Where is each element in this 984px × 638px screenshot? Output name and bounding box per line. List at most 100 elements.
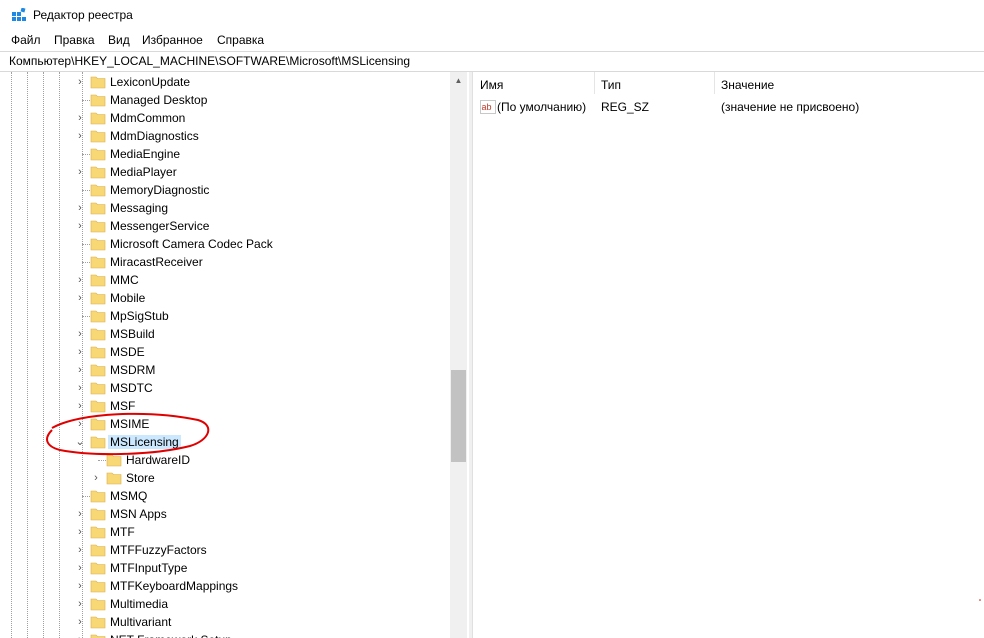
tree-key-label[interactable]: MTFFuzzyFactors [108,543,209,557]
tree-key[interactable]: › MdmDiagnostics [0,127,450,145]
tree-key-label[interactable]: MTFKeyboardMappings [108,579,240,593]
address-bar[interactable]: Компьютер\HKEY_LOCAL_MACHINE\SOFTWARE\Mi… [0,51,984,72]
tree-key-label[interactable]: MessengerService [108,219,211,233]
tree-key[interactable]: › LexiconUpdate [0,73,450,91]
tree-key-label[interactable]: MediaPlayer [108,165,179,179]
tree-key-label[interactable]: MSBuild [108,327,157,341]
tree-key[interactable]: › MTFInputType [0,559,450,577]
menu-edit[interactable]: Правка [54,33,95,47]
tree-key-label[interactable]: Messaging [108,201,170,215]
tree-key-label[interactable]: MTFInputType [108,561,189,575]
expand-chevron-icon[interactable]: › [74,561,86,575]
tree-key-label[interactable]: MSLicensing [108,435,181,449]
tree-key-label[interactable]: MMC [108,273,141,287]
tree-key[interactable]: › NET Framework Setup [0,631,450,638]
tree-subkey[interactable]: › Store [0,469,450,487]
expand-chevron-icon[interactable]: › [74,165,86,179]
expand-chevron-icon[interactable]: › [74,615,86,629]
tree-key[interactable]: › MSDE [0,343,450,361]
tree-key-label[interactable]: Multimedia [108,597,170,611]
expand-chevron-icon[interactable]: › [74,633,86,638]
tree-key-label[interactable]: Multivariant [108,615,173,629]
tree-key-label[interactable]: NET Framework Setup [108,633,234,638]
tree-key-label[interactable]: Managed Desktop [108,93,209,107]
menu-help[interactable]: Справка [217,33,264,47]
tree-key[interactable]: › MSDTC [0,379,450,397]
tree-key-label[interactable]: MSDRM [108,363,157,377]
collapse-chevron-icon[interactable]: ⌄ [74,435,86,449]
tree-key-label[interactable]: MSDTC [108,381,155,395]
menu-favorites[interactable]: Избранное [142,33,203,47]
tree-key[interactable]: › MMC [0,271,450,289]
tree-key-label[interactable]: MSIME [108,417,151,431]
tree-key-label[interactable]: MSF [108,399,137,413]
tree-key[interactable]: › MTFFuzzyFactors [0,541,450,559]
tree-key-label[interactable]: MediaEngine [108,147,182,161]
tree-key[interactable]: › MSN Apps [0,505,450,523]
expand-chevron-icon[interactable]: › [74,75,86,89]
tree-key[interactable]: › MSF [0,397,450,415]
tree-key[interactable]: › MTFKeyboardMappings [0,577,450,595]
column-header-type[interactable]: Тип [594,72,715,94]
tree-key-label[interactable]: MiracastReceiver [108,255,205,269]
values-list[interactable]: Имя Тип Значение ab (По умолчанию) REG_S… [473,72,984,638]
tree-key-label[interactable]: MdmDiagnostics [108,129,201,143]
tree-key[interactable]: MSMQ [0,487,450,505]
tree-key[interactable]: › MSIME [0,415,450,433]
tree-key-label[interactable]: HardwareID [124,453,192,467]
tree-key[interactable]: › MSBuild [0,325,450,343]
tree-key-label[interactable]: MSN Apps [108,507,169,521]
tree-key[interactable]: MpSigStub [0,307,450,325]
expand-chevron-icon[interactable]: › [74,507,86,521]
tree-key[interactable]: › Messaging [0,199,450,217]
expand-chevron-icon[interactable]: › [74,597,86,611]
tree-key[interactable]: › Multivariant [0,613,450,631]
expand-chevron-icon[interactable]: › [74,201,86,215]
expand-chevron-icon[interactable]: › [74,219,86,233]
tree-key[interactable]: › MdmCommon [0,109,450,127]
expand-chevron-icon[interactable]: › [90,471,102,485]
tree-key[interactable]: Microsoft Camera Codec Pack [0,235,450,253]
tree-key-label[interactable]: MSMQ [108,489,149,503]
tree-key[interactable]: MediaEngine [0,145,450,163]
tree-key[interactable]: › MTF [0,523,450,541]
tree-key-label[interactable]: MdmCommon [108,111,187,125]
tree-key-label[interactable]: Store [124,471,157,485]
expand-chevron-icon[interactable]: › [74,363,86,377]
expand-chevron-icon[interactable]: › [74,417,86,431]
tree-key[interactable]: › MediaPlayer [0,163,450,181]
tree-key-label[interactable]: MSDE [108,345,147,359]
tree-key-label[interactable]: Mobile [108,291,147,305]
expand-chevron-icon[interactable]: › [74,543,86,557]
expand-chevron-icon[interactable]: › [74,291,86,305]
expand-chevron-icon[interactable]: › [74,111,86,125]
menu-file[interactable]: Файл [11,33,41,47]
key-tree[interactable]: › LexiconUpdate Managed Desktop › MdmCommon ›… [0,72,450,638]
scroll-thumb[interactable] [451,370,466,462]
tree-key[interactable]: › MessengerService [0,217,450,235]
value-row[interactable]: ab (По умолчанию) REG_SZ (значение не пр… [473,98,984,116]
scroll-up-arrow-icon[interactable]: ▲ [450,72,467,89]
tree-key[interactable]: MemoryDiagnostic [0,181,450,199]
tree-key-label[interactable]: MpSigStub [108,309,171,323]
tree-key[interactable]: › Multimedia [0,595,450,613]
expand-chevron-icon[interactable]: › [74,579,86,593]
tree-key[interactable]: MiracastReceiver [0,253,450,271]
tree-subkey[interactable]: HardwareID [0,451,450,469]
menu-view[interactable]: Вид [108,33,130,47]
tree-key-label[interactable]: Microsoft Camera Codec Pack [108,237,275,251]
tree-scrollbar[interactable]: ▲ [450,72,467,638]
tree-key-label[interactable]: MemoryDiagnostic [108,183,211,197]
tree-key[interactable]: › Mobile [0,289,450,307]
tree-key-label[interactable]: LexiconUpdate [108,75,192,89]
column-header-name[interactable]: Имя [473,72,595,94]
column-header-value[interactable]: Значение [714,72,984,94]
tree-key-label[interactable]: MTF [108,525,137,539]
expand-chevron-icon[interactable]: › [74,129,86,143]
tree-key[interactable]: ⌄ MSLicensing [0,433,450,451]
tree-key[interactable]: Managed Desktop [0,91,450,109]
expand-chevron-icon[interactable]: › [74,327,86,341]
expand-chevron-icon[interactable]: › [74,399,86,413]
expand-chevron-icon[interactable]: › [74,525,86,539]
address-path[interactable]: Компьютер\HKEY_LOCAL_MACHINE\SOFTWARE\Mi… [9,54,410,68]
